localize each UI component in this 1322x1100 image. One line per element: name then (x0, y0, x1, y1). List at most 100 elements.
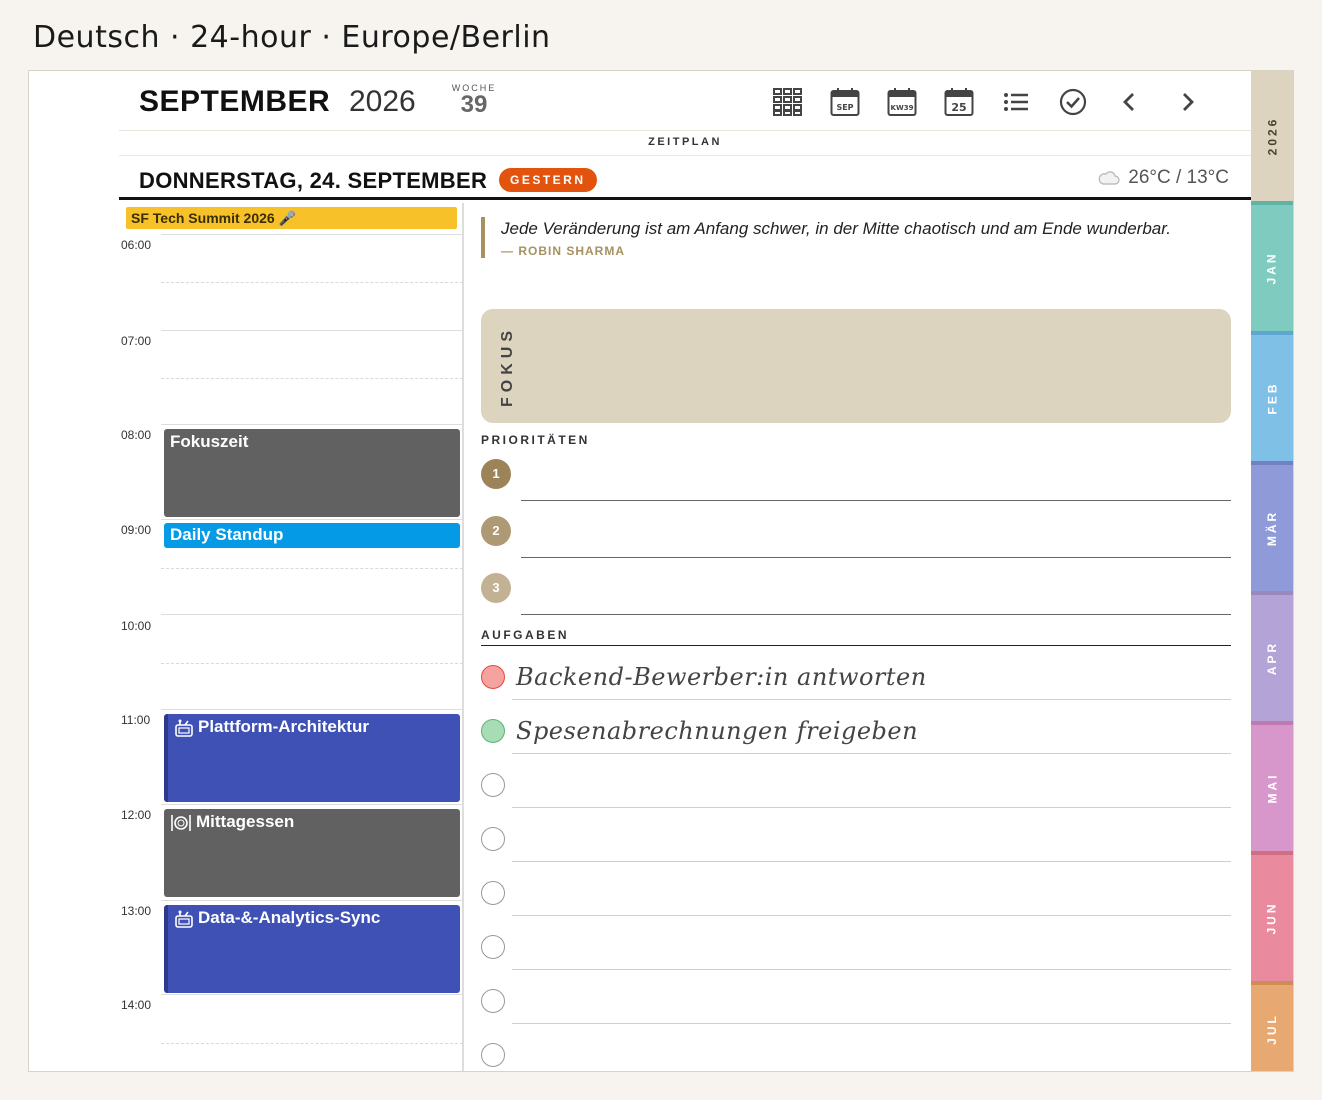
half-hour-line (161, 282, 463, 283)
weather-temps: 26°C / 13°C (1128, 167, 1229, 188)
task-checkbox[interactable] (481, 827, 505, 851)
task-line[interactable] (512, 807, 1231, 808)
hour-line (161, 424, 463, 425)
week-calendar-icon: KW39 (887, 88, 917, 116)
chevron-right-icon (1183, 93, 1194, 111)
hour-label: 14:00 (121, 998, 152, 1012)
month-header: SEPTEMBER 2026 WOCHE 39 SEP KW39 25 (119, 71, 1251, 131)
task-checkbox[interactable] (481, 989, 505, 1013)
daily-quote: Jede Veränderung ist am Anfang schwer, i… (481, 217, 1221, 258)
priority-line[interactable] (521, 557, 1231, 558)
hour-label: 07:00 (121, 334, 152, 348)
tab-jul[interactable]: JUL (1251, 981, 1293, 1071)
weather: 26°C / 13°C (1098, 167, 1229, 189)
hour-line (161, 519, 463, 520)
hour-line (161, 994, 463, 995)
task-checkbox[interactable] (481, 881, 505, 905)
week-number: 39 (460, 91, 488, 118)
check-circle-icon (1059, 88, 1087, 116)
half-hour-line (161, 663, 463, 664)
event-title: Daily Standup (170, 525, 284, 544)
event-title: Data-&-Analytics-Sync (198, 908, 381, 927)
hour-label: 13:00 (121, 904, 152, 918)
list-view-button[interactable] (999, 85, 1033, 119)
hour-label: 06:00 (121, 238, 152, 252)
day-header: DONNERSTAG, 24. SEPTEMBER GESTERN 26°C /… (119, 156, 1251, 200)
status-badge: GESTERN (499, 168, 597, 192)
priorities-label: PRIORITÄTEN (481, 433, 590, 447)
priority-number: 3 (481, 573, 511, 603)
quote-text: Jede Veränderung ist am Anfang schwer, i… (501, 219, 1171, 238)
day-view-button[interactable]: 25 (942, 85, 976, 119)
task-checkbox[interactable] (481, 935, 505, 959)
focus-box[interactable]: FOKUS (481, 309, 1231, 423)
event-block[interactable]: Mittagessen (164, 809, 460, 897)
tab-year-2026[interactable]: 2026 (1251, 71, 1293, 201)
hour-line (161, 900, 463, 901)
focus-label: FOKUS (499, 326, 516, 407)
task-line[interactable] (512, 915, 1231, 916)
day-notes-panel: Jede Veränderung ist am Anfang schwer, i… (481, 203, 1233, 1071)
week-indicator[interactable]: WOCHE 39 (449, 83, 499, 119)
hour-line (161, 614, 463, 615)
priority-line[interactable] (521, 500, 1231, 501)
task-line[interactable] (512, 861, 1231, 862)
hour-label: 10:00 (121, 619, 152, 633)
day-calendar-icon: 25 (944, 88, 974, 116)
tab-apr[interactable]: APR (1251, 591, 1293, 721)
priority-number: 1 (481, 459, 511, 489)
tasks-divider (481, 645, 1231, 646)
task-checkbox[interactable] (481, 665, 505, 689)
tab-feb[interactable]: FEB (1251, 331, 1293, 461)
hour-line (161, 804, 463, 805)
tab-maer[interactable]: MÄR (1251, 461, 1293, 591)
task-checkbox[interactable] (481, 1043, 505, 1067)
hour-line (161, 234, 463, 235)
previous-button[interactable] (1113, 85, 1147, 119)
tab-jan[interactable]: JAN (1251, 201, 1293, 331)
chevron-left-icon (1123, 93, 1134, 111)
year-title: 2026 (349, 85, 416, 118)
hour-line (161, 709, 463, 710)
month-calendar-icon: SEP (830, 88, 860, 116)
task-line (512, 753, 1231, 754)
event-block[interactable]: Data-&-Analytics-Sync (164, 905, 460, 993)
next-button[interactable] (1170, 85, 1204, 119)
month-view-button[interactable]: SEP (828, 85, 862, 119)
event-block[interactable]: Daily Standup (164, 523, 460, 548)
task-checkbox[interactable] (481, 773, 505, 797)
half-hour-line (161, 1043, 463, 1044)
tab-jun[interactable]: JUN (1251, 851, 1293, 981)
priority-number: 2 (481, 516, 511, 546)
task-line[interactable] (512, 969, 1231, 970)
hour-label: 12:00 (121, 808, 152, 822)
priority-line[interactable] (521, 614, 1231, 615)
hour-line (161, 330, 463, 331)
event-block[interactable]: Plattform-Architektur (164, 714, 460, 802)
meeting-icon (175, 910, 193, 928)
list-icon (1004, 93, 1028, 111)
timeline[interactable]: SF Tech Summit 2026 🎤 06:00 07:00 08:00 … (119, 203, 464, 1071)
task-line[interactable] (512, 1023, 1231, 1024)
month-title: SEPTEMBER (139, 85, 331, 118)
task-text[interactable]: Backend-Bewerber:in antworten (516, 663, 927, 691)
half-hour-line (161, 378, 463, 379)
hour-label: 08:00 (121, 428, 152, 442)
locale-caption: Deutsch · 24-hour · Europe/Berlin (33, 20, 551, 55)
year-view-button[interactable] (771, 85, 805, 119)
meal-icon (171, 815, 191, 831)
task-checkbox[interactable] (481, 719, 505, 743)
year-grid-icon (773, 88, 802, 116)
all-day-event[interactable]: SF Tech Summit 2026 🎤 (126, 207, 457, 229)
week-view-button[interactable]: KW39 (885, 85, 919, 119)
tab-mai[interactable]: MAI (1251, 721, 1293, 851)
day-title: DONNERSTAG, 24. SEPTEMBER (139, 168, 488, 193)
svg-text:25: 25 (951, 101, 966, 114)
svg-text:KW39: KW39 (891, 104, 914, 112)
cloud-icon (1098, 171, 1120, 185)
tasks-view-button[interactable] (1056, 85, 1090, 119)
task-text[interactable]: Spesenabrechnungen freigeben (516, 717, 918, 745)
event-block[interactable]: Fokuszeit (164, 429, 460, 517)
event-title: Mittagessen (196, 812, 295, 831)
tasks-label: AUFGABEN (481, 628, 569, 642)
